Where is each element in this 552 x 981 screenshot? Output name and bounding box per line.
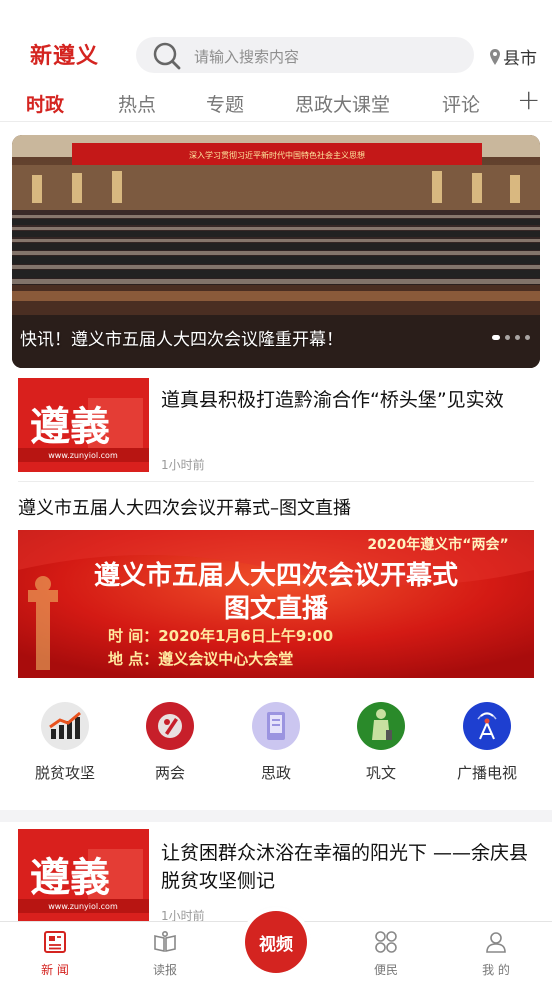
chart-icon: [41, 702, 89, 750]
live-banner-line2: 图文直播: [224, 593, 329, 624]
category-label: 广播电视: [456, 764, 517, 782]
category-sizheng[interactable]: 思政: [231, 702, 321, 783]
grid-icon: [375, 931, 397, 953]
search-bar[interactable]: 请输入搜索内容: [136, 37, 474, 73]
live-banner-line1: 遵义市五届人大四次会议开幕式: [94, 560, 458, 591]
nav-read[interactable]: 读报: [135, 930, 195, 978]
banner-caption: 快讯！遵义市五届人大四次会议隆重开幕！: [20, 330, 343, 350]
live-banner-top: 2020年遵义市“两会”: [367, 536, 508, 553]
user-icon: [486, 932, 506, 953]
nav-service[interactable]: 便民: [356, 930, 416, 978]
carousel-dot-active: [492, 335, 500, 340]
tab-redian[interactable]: 热点: [118, 90, 156, 117]
thumb-logo-text: 遵義: [30, 854, 110, 901]
category-tabs: 时政 热点 专题 思政大课堂 评论 +: [0, 84, 552, 122]
category-label: 脱贫攻坚: [34, 764, 95, 782]
location-pin-icon: [490, 48, 500, 65]
person-icon: [357, 702, 405, 750]
divider: [18, 481, 534, 482]
nav-news-label: 新 闻: [41, 963, 69, 977]
carousel-dot: [515, 335, 520, 340]
carousel-dot: [505, 335, 510, 340]
news-item[interactable]: 遵義 www.zunyiol.com 道真县积极打造黔渝合作“桥头堡”见实效 1…: [18, 378, 534, 473]
book-icon: [252, 702, 300, 750]
headline-banner[interactable]: 深入学习贯彻习近平新时代中国特色社会主义思想 快讯！遵义市五届人大四次会议隆重开…: [12, 135, 540, 368]
city-selector[interactable]: 县市: [490, 44, 537, 69]
live-time-line: 时 间：2020年1月6日上午9:00: [108, 627, 333, 645]
thumb-url-text: www.zunyiol.com: [48, 902, 118, 911]
search-placeholder: 请输入搜索内容: [194, 48, 300, 66]
live-banner[interactable]: 2020年遵义市“两会” 遵义市五届人大四次会议开幕式 图文直播 时 间：202…: [18, 530, 534, 678]
category-lianghui[interactable]: 两会: [125, 702, 215, 783]
video-button[interactable]: 视频: [245, 911, 307, 973]
book-open-icon: [154, 930, 176, 952]
category-label: 巩文: [365, 764, 396, 782]
app-logo[interactable]: 新遵义: [30, 38, 99, 70]
carousel-dot: [525, 335, 530, 340]
category-gongwen[interactable]: 巩文: [336, 702, 426, 783]
tab-shizheng[interactable]: 时政: [26, 90, 64, 117]
category-tuopin[interactable]: 脱贫攻坚: [20, 702, 110, 783]
news-title: 道真县积极打造黔渝合作“桥头堡”见实效: [161, 389, 504, 411]
category-guangbo[interactable]: 广播电视: [442, 702, 532, 783]
nav-mine[interactable]: 我 的: [466, 930, 526, 978]
news-item[interactable]: 遵義 www.zunyiol.com 让贫困群众沐浴在幸福的阳光下 ——余庆县脱…: [18, 829, 534, 923]
hall-banner-text: 深入学习贯彻习近平新时代中国特色社会主义思想: [189, 150, 365, 160]
news-time: 1小时前: [161, 458, 205, 472]
thumb-url-text: www.zunyiol.com: [48, 451, 118, 460]
section-separator: [0, 810, 552, 822]
tab-sizheng-class[interactable]: 思政大课堂: [295, 90, 390, 117]
news-thumbnail: 遵義 www.zunyiol.com: [18, 829, 149, 923]
nav-read-label: 读报: [152, 963, 177, 977]
nav-news[interactable]: 新 闻: [25, 930, 85, 978]
tab-pinglun[interactable]: 评论: [442, 90, 480, 117]
carousel-indicator: [492, 335, 530, 340]
app-header: 新遵义 请输入搜索内容 县市: [0, 0, 552, 80]
category-label: 思政: [260, 764, 291, 782]
live-place-line: 地 点：遵义会议中心大会堂: [108, 650, 293, 668]
nav-service-label: 便民: [373, 963, 398, 977]
news-thumbnail: 遵義 www.zunyiol.com: [18, 378, 149, 472]
add-tab-icon[interactable]: +: [517, 84, 540, 116]
pen-icon: [146, 702, 194, 750]
live-title[interactable]: 遵义市五届人大四次会议开幕式–图文直播: [18, 494, 351, 520]
thumb-logo-text: 遵義: [30, 403, 110, 450]
antenna-icon: [463, 702, 511, 750]
news-title: 让贫困群众沐浴在幸福的阳光下 ——余庆县脱贫攻坚侧记: [161, 842, 529, 892]
city-label: 县市: [503, 49, 537, 69]
category-label: 两会: [154, 764, 185, 782]
search-icon: [153, 42, 181, 70]
nav-mine-label: 我 的: [482, 963, 510, 977]
news-icon: [44, 931, 66, 953]
tab-zhuanti[interactable]: 专题: [206, 90, 244, 117]
